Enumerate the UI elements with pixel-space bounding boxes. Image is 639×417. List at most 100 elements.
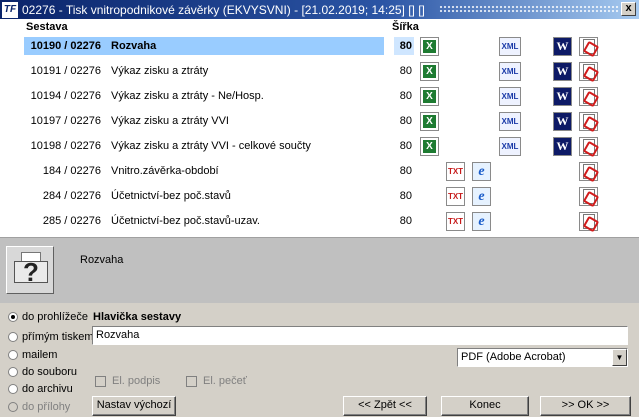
txt-icon[interactable]: TXT [446,212,465,231]
pdf-icon[interactable] [579,62,598,81]
radio-dot [8,367,18,377]
window-title: 02276 - Tisk vnitropodnikové závěrky (EK… [22,2,425,17]
ie-icon[interactable]: e [472,187,491,206]
radio-label: přímým tiskem [22,331,94,343]
radio-label: do archivu [22,383,73,395]
word-icon[interactable]: W [553,112,572,131]
xls-icon[interactable]: X [420,62,439,81]
radio-dot [8,350,18,360]
xls-icon[interactable]: X [420,87,439,106]
radio-do-archivu[interactable]: do archivu [8,383,73,395]
word-icon[interactable]: W [553,37,572,56]
report-width: 80 [399,215,412,227]
report-width: 80 [399,115,412,127]
pdf-icon[interactable] [579,212,598,231]
output-panel: do prohlížeče přímým tiskem mailem do so… [0,303,639,417]
checkbox-box [95,375,106,387]
word-icon[interactable]: W [553,87,572,106]
xls-icon[interactable]: X [420,37,439,56]
word-icon[interactable]: W [553,62,572,81]
word-icon[interactable]: W [553,137,572,156]
report-code: 10197 / 02276 [30,115,101,127]
checkbox-label: El. podpis [112,375,161,387]
radio-label: mailem [22,349,58,361]
report-name: Účetnictví-bez poč.stavů [111,190,231,202]
title-bar[interactable]: TF 02276 - Tisk vnitropodnikové závěrky … [0,0,639,19]
report-code: 184 / 02276 [42,165,101,177]
radio-dot [8,312,18,322]
checkbox-el-pecet[interactable]: El. pečeť [186,375,247,387]
chevron-down-icon[interactable]: ▼ [612,349,627,366]
report-code: 285 / 02276 [42,215,101,227]
report-name: Rozvaha [111,40,157,52]
report-name: Účetnictví-bez poč.stavů-uzav. [111,215,260,227]
radio-do-prilohy: do přílohy [8,401,70,413]
report-list: Sestava Šířka 10190 / 02276 Rozvaha 80 X XML… [0,19,639,237]
report-row[interactable]: 285 / 02276 Účetnictví-bez poč.stavů-uzav… [0,209,639,234]
pdf-icon[interactable] [579,112,598,131]
pdf-icon[interactable] [579,187,598,206]
column-header-sirka: Šířka [392,21,419,33]
checkbox-el-podpis[interactable]: El. podpis [95,375,160,387]
report-code: 10194 / 02276 [30,90,101,102]
radio-do-prohlizece[interactable]: do prohlížeče [8,311,88,323]
report-width: 80 [399,165,412,177]
txt-icon[interactable]: TXT [446,187,465,206]
radio-label: do souboru [22,366,78,378]
radio-label: do prohlížeče [22,311,89,323]
xml-icon[interactable]: XML [499,112,521,131]
report-name: Vnitro.závěrka-období [111,165,219,177]
report-name: Výkaz zisku a ztráty [111,65,209,77]
header-input[interactable]: Rozvaha [92,326,628,345]
report-width: 80 [399,140,412,152]
format-select-value: PDF (Adobe Acrobat) [461,351,566,363]
xls-icon[interactable]: X [420,137,439,156]
info-panel: ? Rozvaha [0,237,639,303]
report-row[interactable]: 10191 / 02276 Výkaz zisku a ztráty 80 X XML W [0,59,639,84]
radio-dot [8,402,18,412]
konec-button[interactable]: Konec [441,396,529,416]
report-name: Výkaz zisku a ztráty - Ne/Hosp. [111,90,264,102]
report-width: 80 [399,90,412,102]
ie-icon[interactable]: e [472,162,491,181]
report-code: 10198 / 02276 [30,140,101,152]
report-width: 80 [394,37,414,55]
xml-icon[interactable]: XML [499,62,521,81]
radio-do-souboru[interactable]: do souboru [8,366,77,378]
radio-dot [8,384,18,394]
pdf-icon[interactable] [579,162,598,181]
report-row[interactable]: 10194 / 02276 Výkaz zisku a ztráty - Ne/H… [0,84,639,109]
pdf-icon[interactable] [579,37,598,56]
printer-question-icon: ? [6,246,54,294]
report-row[interactable]: 284 / 02276 Účetnictví-bez poč.stavů 80 TXT… [0,184,639,209]
ie-icon[interactable]: e [472,212,491,231]
xml-icon[interactable]: XML [499,87,521,106]
format-select[interactable]: PDF (Adobe Acrobat) ▼ [457,348,628,367]
radio-dot [8,332,18,342]
txt-icon[interactable]: TXT [446,162,465,181]
report-row[interactable]: 10190 / 02276 Rozvaha 80 X XML W [0,34,639,59]
report-row[interactable]: 184 / 02276 Vnitro.závěrka-období 80 TXT e [0,159,639,184]
nastav-vychozi-button[interactable]: Nastav výchozí [92,396,176,416]
report-width: 80 [399,190,412,202]
close-button[interactable]: x [621,2,636,16]
pdf-icon[interactable] [579,137,598,156]
radio-mailem[interactable]: mailem [8,349,57,361]
xml-icon[interactable]: XML [499,37,521,56]
app-icon: TF [2,1,18,18]
ok-button[interactable]: >> OK >> [540,396,631,416]
pdf-icon[interactable] [579,87,598,106]
report-code: 10190 / 02276 [30,40,101,52]
header-label: Hlavička sestavy [93,311,182,323]
report-name: Výkaz zisku a ztráty VVI - celkové součt… [111,140,311,152]
radio-primym-tiskem[interactable]: přímým tiskem [8,331,94,343]
report-row[interactable]: 10198 / 02276 Výkaz zisku a ztráty VVI - … [0,134,639,159]
column-header-sestava: Sestava [26,21,68,33]
xls-icon[interactable]: X [420,112,439,131]
xml-icon[interactable]: XML [499,137,521,156]
report-name: Výkaz zisku a ztráty VVI [111,115,229,127]
title-grip [439,5,619,13]
report-row[interactable]: 10197 / 02276 Výkaz zisku a ztráty VVI 80 X… [0,109,639,134]
zpet-button[interactable]: << Zpět << [343,396,427,416]
report-code: 10191 / 02276 [30,65,101,77]
